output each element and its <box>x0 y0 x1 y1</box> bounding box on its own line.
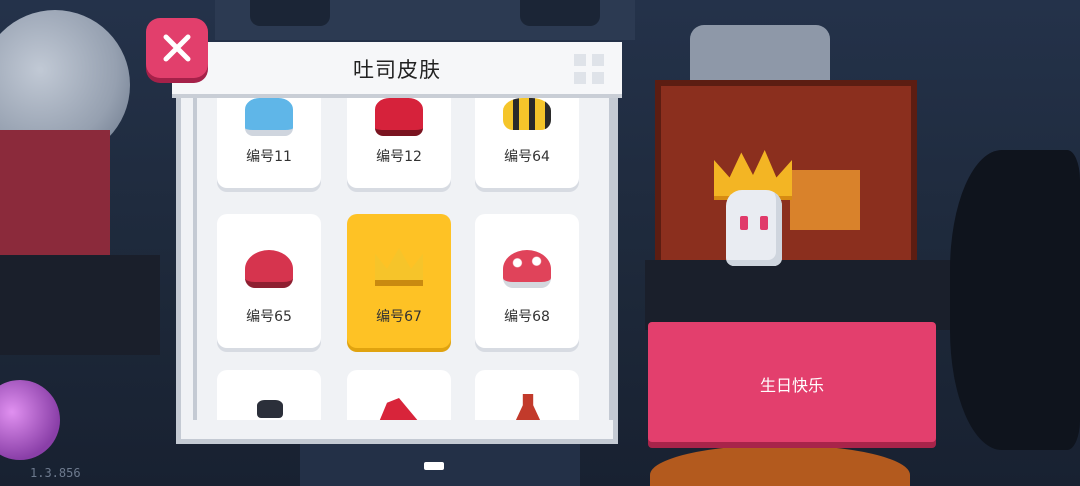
skin-card[interactable]: 编号64 <box>475 98 579 188</box>
skin-card[interactable] <box>475 370 579 420</box>
panel-header: 吐司皮肤 <box>172 42 622 98</box>
version-label: 1.3.856 <box>30 466 81 480</box>
cooking-pot <box>650 445 910 486</box>
dark-hat-icon <box>257 400 283 418</box>
skin-label: 编号65 <box>246 309 292 325</box>
skin-card[interactable] <box>217 370 321 420</box>
close-button[interactable] <box>146 18 208 78</box>
cherry-hat-icon <box>245 250 293 288</box>
skin-grid[interactable]: 编号11 编号12 编号64 编号65 编号67 编号68 <box>193 98 613 420</box>
birthday-button[interactable]: 生日快乐 <box>648 322 936 442</box>
bee-hat-icon <box>503 98 551 130</box>
eye-icon <box>760 216 768 230</box>
close-icon <box>163 34 191 62</box>
shadow-creature <box>950 150 1080 450</box>
scroll-indicator <box>424 462 444 470</box>
skin-card[interactable]: 编号65 <box>217 214 321 348</box>
skin-label: 编号11 <box>246 149 292 165</box>
skin-label: 编号12 <box>376 149 422 165</box>
ceiling-vent <box>250 0 330 26</box>
bottle-hat-icon <box>515 394 541 420</box>
skin-card[interactable]: 编号11 <box>217 98 321 188</box>
mushroom-hat-icon <box>503 250 551 288</box>
purple-orb <box>0 380 60 460</box>
skin-card[interactable]: 编号68 <box>475 214 579 348</box>
left-shelf <box>0 255 160 355</box>
skin-label: 编号64 <box>504 149 550 165</box>
grid-view-icon[interactable] <box>574 54 604 84</box>
panel-body: 编号11 编号12 编号64 编号65 编号67 编号68 <box>176 98 618 444</box>
toast-character <box>712 150 794 270</box>
red-machine <box>0 130 110 260</box>
skin-card[interactable] <box>347 370 451 420</box>
santa-hat-icon <box>379 398 419 420</box>
skin-panel: 吐司皮肤 编号11 编号12 编号64 编号65 编号67 编号68 <box>172 42 622 444</box>
skin-card-selected[interactable]: 编号67 <box>347 214 451 348</box>
blue-hat-icon <box>245 98 293 136</box>
red-hat-icon <box>375 98 423 136</box>
panel-title: 吐司皮肤 <box>353 58 441 82</box>
skin-card[interactable]: 编号12 <box>347 98 451 188</box>
crown-hat-icon <box>375 248 423 286</box>
toast-body <box>726 190 782 266</box>
skin-label: 编号67 <box>376 309 422 325</box>
oven-window <box>790 170 860 230</box>
right-shelf <box>645 260 955 330</box>
ceiling-vent <box>520 0 600 26</box>
eye-icon <box>740 216 748 230</box>
birthday-button-label: 生日快乐 <box>759 376 824 395</box>
skin-label: 编号68 <box>504 309 550 325</box>
